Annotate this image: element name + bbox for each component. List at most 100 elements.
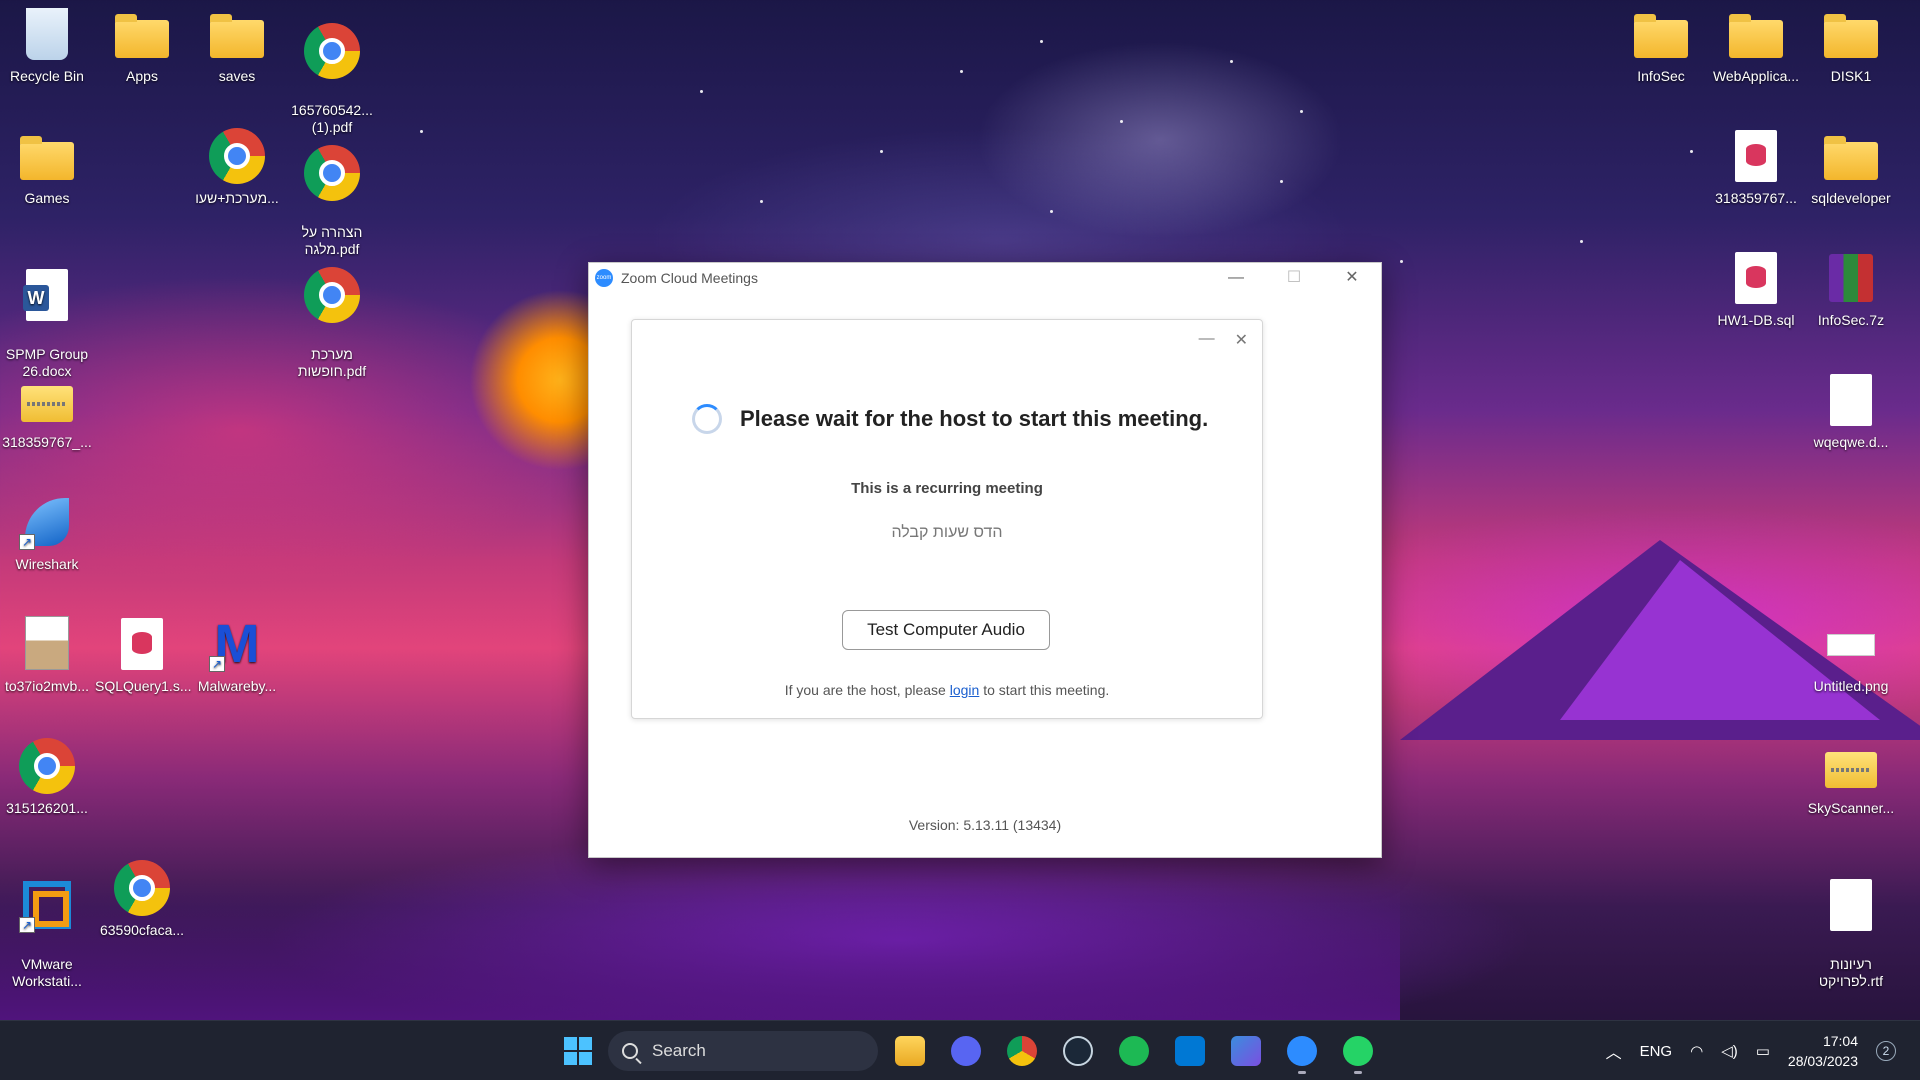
desktop-icon-untitled-png[interactable]: Untitled.png — [1804, 616, 1898, 695]
sql-file-icon — [1728, 128, 1784, 184]
copilot-icon — [1231, 1036, 1261, 1066]
desktop-icon-apps[interactable]: Apps — [95, 6, 189, 85]
taskbar-search[interactable]: Search — [608, 1031, 878, 1071]
malwarebytes-icon: M ↗ — [209, 616, 265, 672]
folder-icon — [1823, 6, 1879, 62]
show-hidden-icons-chevron-icon[interactable]: ︿ — [1606, 1039, 1622, 1063]
taskbar-vscode[interactable] — [1166, 1027, 1214, 1075]
desktop-icon-wqeqwe[interactable]: wqeqwe.d... — [1804, 372, 1898, 451]
host-login-line: If you are the host, please login to sta… — [632, 682, 1262, 698]
chrome-icon — [304, 267, 360, 323]
vmware-icon: ↗ — [19, 877, 75, 933]
system-tray: ︿ ENG ◠ ◁) ▭ 17:04 28/03/2023 2 — [1606, 1021, 1896, 1080]
taskbar-discord[interactable] — [942, 1027, 990, 1075]
wireshark-icon: ↗ — [19, 494, 75, 550]
maximize-button[interactable]: ☐ — [1265, 263, 1323, 293]
language-indicator[interactable]: ENG — [1640, 1043, 1673, 1060]
chrome-icon — [304, 145, 360, 201]
card-close-button[interactable]: ✕ — [1235, 330, 1248, 350]
desktop-icon-disk1[interactable]: DISK1 — [1804, 6, 1898, 85]
search-label: Search — [652, 1041, 706, 1060]
test-computer-audio-button[interactable]: Test Computer Audio — [842, 610, 1050, 650]
desktop-icon-games[interactable]: Games — [0, 128, 94, 207]
desktop-icon-label: SQLQuery1.s... — [95, 678, 192, 694]
taskbar-file-explorer[interactable] — [886, 1027, 934, 1075]
taskbar-chrome[interactable] — [998, 1027, 1046, 1075]
desktop-icon-label: Games — [24, 190, 70, 206]
desktop-icon-hw1-db[interactable]: HW1-DB.sql — [1709, 250, 1803, 329]
desktop-icon-malwarebytes[interactable]: M ↗ Malwareby... — [190, 616, 284, 695]
desktop-icon-infosec-7z[interactable]: InfoSec.7z — [1804, 250, 1898, 329]
desktop-icon-webapplica[interactable]: WebApplica... — [1709, 6, 1803, 85]
desktop-icon-vacation-pdf[interactable]: מערכת חופשות.pdf — [285, 250, 379, 397]
clock[interactable]: 17:04 28/03/2023 — [1788, 1031, 1858, 1071]
desktop-icon-label: Malwareby... — [197, 678, 277, 694]
folder-icon — [209, 6, 265, 62]
folder-icon — [1823, 128, 1879, 184]
desktop-icon-label: מערכת חופשות.pdf — [297, 346, 367, 379]
desktop-icon-label: Apps — [126, 68, 158, 84]
desktop-icon-label: 63590cfaca... — [99, 922, 185, 938]
close-button[interactable]: ✕ — [1323, 263, 1381, 293]
sql-file-icon — [1728, 250, 1784, 306]
taskbar-whatsapp[interactable] — [1334, 1027, 1382, 1075]
folder-icon — [1728, 6, 1784, 62]
word-icon: W — [19, 267, 75, 323]
desktop-icon-schedule-pdf[interactable]: מערכת+שעו... — [190, 128, 284, 207]
notification-count-badge[interactable]: 2 — [1876, 1041, 1896, 1061]
desktop-icon-saves[interactable]: saves — [190, 6, 284, 85]
whatsapp-icon — [1343, 1036, 1373, 1066]
chrome-icon — [19, 738, 75, 794]
zoom-icon — [1287, 1036, 1317, 1066]
desktop-icon-label: SkyScanner... — [1807, 800, 1895, 816]
login-link[interactable]: login — [950, 682, 980, 698]
wifi-icon[interactable]: ◠ — [1690, 1042, 1703, 1060]
wallpaper-ground — [0, 880, 1400, 1020]
desktop-icon-label: VMware Workstati... — [12, 956, 82, 989]
desktop-icon-sqldeveloper[interactable]: sqldeveloper — [1804, 128, 1898, 207]
desktop-icon-chrome-635[interactable]: 63590cfaca... — [95, 860, 189, 939]
start-button[interactable] — [556, 1029, 600, 1073]
desktop-icon-label: 318359767... — [1715, 190, 1797, 206]
desktop-icon-infosec[interactable]: InfoSec — [1614, 6, 1708, 85]
desktop-icon-ideas-rtf[interactable]: רעיונות לפרויקט.rtf — [1804, 860, 1898, 1007]
minimize-button[interactable]: — — [1207, 263, 1265, 293]
chrome-icon — [114, 860, 170, 916]
desktop-icon-sql-318[interactable]: 318359767... — [1709, 128, 1803, 207]
desktop-icon-zip-318[interactable]: 318359767_... — [0, 372, 94, 451]
folder-icon — [1633, 6, 1689, 62]
chrome-icon — [304, 23, 360, 79]
vscode-icon — [1175, 1036, 1205, 1066]
desktop-icon-vmware[interactable]: ↗ VMware Workstati... — [0, 860, 94, 1007]
wait-message: Please wait for the host to start this m… — [740, 406, 1209, 431]
zoom-titlebar[interactable]: zoom Zoom Cloud Meetings — ☐ ✕ — [589, 263, 1381, 293]
png-file-icon — [1823, 616, 1879, 672]
taskbar: Search ︿ ENG ◠ ◁) ▭ 17:04 28/03/2023 2 — [0, 1020, 1920, 1080]
volume-icon[interactable]: ◁) — [1721, 1042, 1738, 1060]
steam-icon — [1063, 1036, 1093, 1066]
sql-file-icon — [114, 616, 170, 672]
recycle-bin-icon — [19, 6, 75, 62]
desktop-icon-chrome-315[interactable]: 315126201... — [0, 738, 94, 817]
card-minimize-button[interactable]: — — [1199, 330, 1215, 350]
desktop-icon-label: sqldeveloper — [1811, 190, 1891, 206]
taskbar-copilot[interactable] — [1222, 1027, 1270, 1075]
desktop-icon-label: Wireshark — [15, 556, 79, 572]
window-title: Zoom Cloud Meetings — [621, 270, 758, 286]
battery-icon[interactable]: ▭ — [1756, 1042, 1770, 1060]
spotify-icon — [1119, 1036, 1149, 1066]
discord-icon — [951, 1036, 981, 1066]
taskbar-zoom[interactable] — [1278, 1027, 1326, 1075]
waiting-room-card: — ✕ Please wait for the host to start th… — [631, 319, 1263, 719]
desktop-icon-sqlquery[interactable]: SQLQuery1.s... — [95, 616, 192, 695]
desktop-icon-label: רעיונות לפרויקט.rtf — [1818, 956, 1884, 989]
zip-folder-icon — [1823, 738, 1879, 794]
taskbar-steam[interactable] — [1054, 1027, 1102, 1075]
taskbar-spotify[interactable] — [1110, 1027, 1158, 1075]
desktop-icon-skyscanner[interactable]: SkyScanner... — [1804, 738, 1898, 817]
desktop-icon-recycle-bin[interactable]: Recycle Bin — [0, 6, 94, 85]
host-suffix: to start this meeting. — [979, 682, 1110, 698]
desktop-icon-image[interactable]: to37io2mvb... — [0, 616, 94, 695]
clock-time: 17:04 — [1822, 1033, 1858, 1049]
desktop-icon-wireshark[interactable]: ↗ Wireshark — [0, 494, 94, 573]
